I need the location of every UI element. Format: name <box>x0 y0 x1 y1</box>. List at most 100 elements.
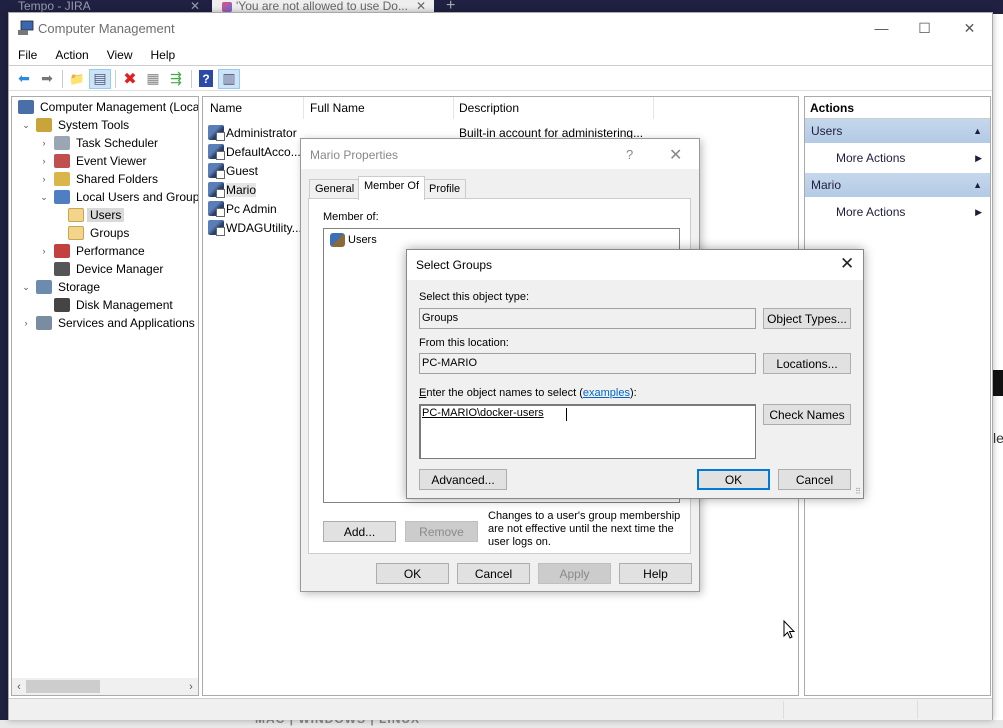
column-header-full-name[interactable]: Full Name <box>310 101 365 115</box>
tree-item[interactable]: › Event Viewer <box>38 152 149 170</box>
cancel-button[interactable]: Cancel <box>457 563 530 584</box>
menu-action[interactable]: Action <box>55 48 88 62</box>
user-icon <box>208 125 225 141</box>
menu-view[interactable]: View <box>107 48 133 62</box>
scroll-right-icon[interactable]: › <box>184 681 198 693</box>
tree-item-label: Local Users and Groups <box>76 190 199 204</box>
column-header-name[interactable]: Name <box>210 101 242 115</box>
help-button[interactable]: Help <box>619 563 692 584</box>
help-button[interactable]: ? <box>195 69 217 89</box>
help-icon[interactable]: ? <box>626 147 633 162</box>
forward-button[interactable]: ➡ <box>36 69 58 89</box>
toolbar-separator <box>115 69 116 88</box>
column-divider[interactable] <box>453 97 454 119</box>
close-icon[interactable]: ✕ <box>669 145 682 165</box>
object-types-button[interactable]: Object Types... <box>763 308 851 329</box>
dialog-title-bar[interactable]: Mario Properties ? ✕ <box>301 139 699 169</box>
scroll-left-icon[interactable]: ‹ <box>12 681 26 693</box>
show-hide-action-pane-icon: ▥ <box>222 70 236 86</box>
tree-item[interactable]: › Shared Folders <box>38 170 161 188</box>
collapse-chevron-icon[interactable]: › <box>38 174 50 184</box>
properties-button[interactable]: ▦ <box>142 69 164 89</box>
tree-item[interactable]: Computer Management (Local <box>18 98 198 116</box>
show-hide-console-tree-button[interactable]: ▤ <box>89 68 111 89</box>
object-names-input[interactable]: PC-MARIO\docker-users <box>419 404 756 459</box>
object-type-label: Select this object type: <box>419 291 530 303</box>
actions-section-label: Users <box>811 124 843 138</box>
title-bar[interactable]: Computer Management — ☐ ✕ <box>9 13 992 43</box>
list-item[interactable]: Users <box>330 233 377 247</box>
apply-button[interactable]: Apply <box>538 563 611 584</box>
tree-item[interactable]: Groups <box>68 224 132 242</box>
tree-item[interactable]: › Services and Applications <box>20 314 198 332</box>
column-divider[interactable] <box>653 97 654 119</box>
show-hide-action-pane-button[interactable]: ▥ <box>218 68 240 89</box>
toolbar-separator <box>191 69 192 88</box>
cancel-button[interactable]: Cancel <box>778 469 851 490</box>
status-divider <box>783 701 784 719</box>
advanced-button[interactable]: Advanced... <box>419 469 507 490</box>
actions-section-mario[interactable]: Mario ▲ <box>805 173 990 197</box>
tree-item-label: Users <box>87 208 125 222</box>
tree-item[interactable]: ⌄ Storage <box>20 278 103 296</box>
delete-icon: ✖ <box>123 70 137 88</box>
tree-item[interactable]: Users <box>68 206 125 224</box>
check-names-button[interactable]: Check Names <box>763 404 851 425</box>
toolbar-separator <box>62 69 63 88</box>
collapse-icon[interactable]: ▲ <box>973 180 982 190</box>
submenu-arrow-icon: ▶ <box>975 206 982 217</box>
expand-chevron-icon[interactable]: ⌄ <box>20 282 32 293</box>
remove-button[interactable]: Remove <box>405 521 478 542</box>
folder-icon <box>68 208 84 222</box>
delete-button[interactable]: ✖ <box>119 69 141 89</box>
tree-item[interactable]: ⌄ System Tools <box>20 116 132 134</box>
collapse-icon[interactable]: ▲ <box>973 126 982 136</box>
up-one-level-button[interactable]: 📁 <box>66 69 88 89</box>
tab-profile[interactable]: Profile <box>423 179 467 199</box>
tree-item[interactable]: › Task Scheduler <box>38 134 161 152</box>
collapse-chevron-icon[interactable]: › <box>38 138 50 148</box>
menu-help[interactable]: Help <box>151 48 176 62</box>
resize-grip-icon[interactable]: ⠿ <box>855 487 861 496</box>
expand-chevron-icon[interactable]: ⌄ <box>20 120 32 131</box>
locations-button[interactable]: Locations... <box>763 353 851 374</box>
event-viewer-icon <box>54 154 70 168</box>
maximize-button[interactable]: ☐ <box>902 13 947 43</box>
examples-link[interactable]: examples <box>583 387 630 399</box>
menu-file[interactable]: File <box>18 48 37 62</box>
ok-button[interactable]: OK <box>376 563 449 584</box>
column-header-description[interactable]: Description <box>459 101 519 115</box>
expand-chevron-icon[interactable]: ⌄ <box>38 192 50 203</box>
close-icon[interactable]: ✕ <box>840 254 854 274</box>
minimize-button[interactable]: — <box>859 13 904 43</box>
close-icon[interactable]: ✕ <box>416 0 426 12</box>
collapse-chevron-icon[interactable]: › <box>38 156 50 166</box>
ok-button[interactable]: OK <box>697 469 770 490</box>
cell-name: WDAGUtility... <box>226 220 302 235</box>
close-button[interactable]: ✕ <box>947 13 992 43</box>
back-button[interactable]: ⬅ <box>13 69 35 89</box>
tab-general[interactable]: General <box>309 179 361 199</box>
tree-item[interactable]: Disk Management <box>38 296 176 314</box>
tree-item[interactable]: Device Manager <box>38 260 166 278</box>
close-icon[interactable]: ✕ <box>190 0 200 12</box>
collapse-chevron-icon[interactable]: › <box>38 246 50 256</box>
actions-more-actions[interactable]: More Actions ▶ <box>805 143 990 173</box>
scrollbar-thumb[interactable] <box>26 680 100 693</box>
actions-more-actions[interactable]: More Actions ▶ <box>805 197 990 227</box>
dialog-title-bar[interactable]: Select Groups ✕ <box>407 250 863 280</box>
label-text: nter the object names to select ( <box>426 387 583 399</box>
tree-item[interactable]: ⌄ Local Users and Groups <box>38 188 199 206</box>
tree-item[interactable]: › Performance <box>38 242 148 260</box>
object-names-label: Enter the object names to select (exampl… <box>419 387 637 399</box>
collapse-chevron-icon[interactable]: › <box>20 318 32 328</box>
show-hide-console-tree-icon: ▤ <box>93 70 107 86</box>
actions-section-users[interactable]: Users ▲ <box>805 119 990 143</box>
actions-item-label: More Actions <box>836 151 906 165</box>
folder-icon <box>68 226 84 240</box>
horizontal-scrollbar[interactable]: ‹ › <box>12 678 198 695</box>
column-divider[interactable] <box>303 97 304 119</box>
export-list-button[interactable]: ⇶ <box>165 69 187 89</box>
tab-member-of[interactable]: Member Of <box>358 176 426 200</box>
add-button[interactable]: Add... <box>323 521 396 542</box>
